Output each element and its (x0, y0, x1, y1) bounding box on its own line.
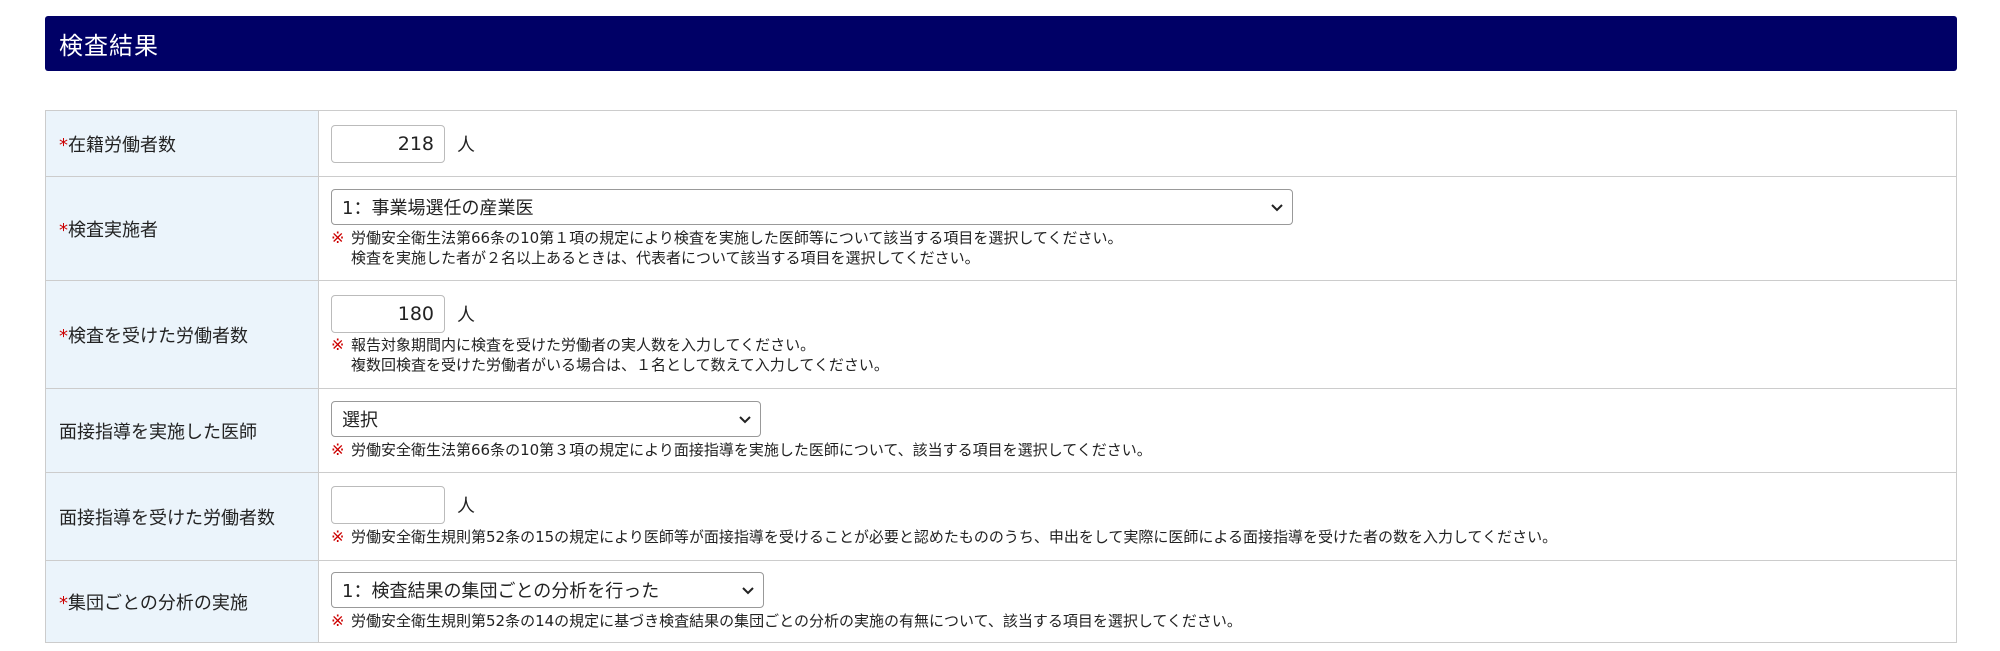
section-title: 検査結果 (59, 32, 159, 60)
form-row-examiner: *検査実施者 1：事業場選任の産業医 ※ 労働安全衛生法第66条の10第１項の規… (45, 176, 1957, 281)
note-mark: ※ (331, 440, 345, 459)
select-value: 1：事業場選任の産業医 (342, 198, 534, 219)
note-line: 労働安全衛生規則第52条の15の規定により医師等が面接指導を受けることが必要と認… (351, 528, 1558, 546)
examined-workers-input[interactable] (331, 294, 445, 333)
field-label-group-analysis: *集団ごとの分析の実施 (45, 560, 319, 643)
note-line: 検査を実施した者が２名以上あるときは、代表者について該当する項目を選択してくださ… (351, 249, 980, 267)
field-note: ※ 労働安全衛生規則第52条の14の規定に基づき検査結果の集団ごとの分析の実施の… (331, 611, 1955, 631)
required-mark: * (59, 219, 68, 241)
group-analysis-select[interactable]: 1：検査結果の集団ごとの分析を行った (331, 572, 764, 608)
label-text: 面接指導を受けた労働者数 (59, 507, 275, 529)
required-mark: * (59, 325, 68, 347)
form-row-interview-doctor: 面接指導を実施した医師 選択 ※ 労働安全衛生法第66条の10第３項の規定により… (45, 388, 1957, 473)
select-value: 1：検査結果の集団ごとの分析を行った (342, 581, 660, 602)
field-label-interviewed-workers: 面接指導を受けた労働者数 (45, 472, 319, 561)
label-text: 集団ごとの分析の実施 (68, 592, 248, 614)
label-text: 検査を受けた労働者数 (68, 325, 248, 347)
label-text: 検査実施者 (68, 219, 158, 241)
field-label-examined-workers: *検査を受けた労働者数 (45, 280, 319, 389)
note-line: 労働安全衛生規則第52条の14の規定に基づき検査結果の集団ごとの分析の実施の有無… (351, 612, 1242, 630)
note-line: 労働安全衛生法第66条の10第１項の規定により検査を実施した医師等について該当す… (351, 229, 1123, 247)
note-line: 報告対象期間内に検査を受けた労働者の実人数を入力してください。 (351, 335, 816, 354)
label-text: 在籍労働者数 (68, 134, 176, 156)
note-mark: ※ (331, 611, 345, 630)
chevron-down-icon (742, 587, 754, 595)
field-value-examiner: 1：事業場選任の産業医 ※ 労働安全衛生法第66条の10第１項の規定により検査を… (318, 176, 1957, 281)
field-label-examiner: *検査実施者 (45, 176, 319, 281)
enrolled-workers-input[interactable] (331, 124, 445, 163)
note-line: 複数回検査を受けた労働者がいる場合は、１名として数えて入力してください。 (351, 355, 889, 374)
examiner-select[interactable]: 1：事業場選任の産業医 (331, 189, 1293, 225)
field-label-interview-doctor: 面接指導を実施した医師 (45, 388, 319, 473)
form-row-examined-workers: *検査を受けた労働者数 人 ※ 報告対象期間内に検査を受けた労働者の実人数を入力… (45, 280, 1957, 389)
interviewed-workers-input[interactable] (331, 486, 445, 524)
required-mark: * (59, 592, 68, 614)
page: 検査結果 *在籍労働者数 人 *検査実施者 1：事業場選任の産業医 (0, 0, 2000, 651)
unit-label: 人 (457, 496, 475, 517)
form-row-interviewed-workers: 面接指導を受けた労働者数 人 ※ 労働安全衛生規則第52条の15の規定により医師… (45, 472, 1957, 561)
field-note: ※ 労働安全衛生法第66条の10第１項の規定により検査を実施した医師等について該… (331, 228, 1955, 268)
note-mark: ※ (331, 527, 345, 546)
field-note: ※ 報告対象期間内に検査を受けた労働者の実人数を入力してください。 複数回検査を… (331, 335, 1955, 375)
field-value-examined-workers: 人 ※ 報告対象期間内に検査を受けた労働者の実人数を入力してください。 複数回検… (318, 280, 1957, 389)
select-value: 選択 (342, 410, 378, 431)
required-mark: * (59, 134, 68, 156)
note-mark: ※ (331, 334, 345, 354)
label-text: 面接指導を実施した医師 (59, 421, 257, 443)
unit-label: 人 (457, 134, 475, 156)
chevron-down-icon (1271, 204, 1283, 212)
form-row-enrolled-workers: *在籍労働者数 人 (45, 110, 1957, 177)
form-row-group-analysis: *集団ごとの分析の実施 1：検査結果の集団ごとの分析を行った ※ 労働安全衛生規… (45, 560, 1957, 643)
note-line: 労働安全衛生法第66条の10第３項の規定により面接指導を実施した医師について、該… (351, 441, 1152, 459)
inspection-results-form: *在籍労働者数 人 *検査実施者 1：事業場選任の産業医 ※ (45, 110, 1957, 643)
note-mark: ※ (331, 228, 345, 247)
field-value-group-analysis: 1：検査結果の集団ごとの分析を行った ※ 労働安全衛生規則第52条の14の規定に… (318, 560, 1957, 643)
field-value-interview-doctor: 選択 ※ 労働安全衛生法第66条の10第３項の規定により面接指導を実施した医師に… (318, 388, 1957, 473)
field-note: ※ 労働安全衛生法第66条の10第３項の規定により面接指導を実施した医師について… (331, 440, 1955, 460)
field-value-interviewed-workers: 人 ※ 労働安全衛生規則第52条の15の規定により医師等が面接指導を受けることが… (318, 472, 1957, 561)
field-note: ※ 労働安全衛生規則第52条の15の規定により医師等が面接指導を受けることが必要… (331, 527, 1955, 547)
field-value-enrolled-workers: 人 (318, 110, 1957, 177)
interview-doctor-select[interactable]: 選択 (331, 401, 761, 437)
section-header: 検査結果 (45, 16, 1957, 71)
field-label-enrolled-workers: *在籍労働者数 (45, 110, 319, 177)
chevron-down-icon (739, 416, 751, 424)
unit-label: 人 (457, 304, 475, 326)
